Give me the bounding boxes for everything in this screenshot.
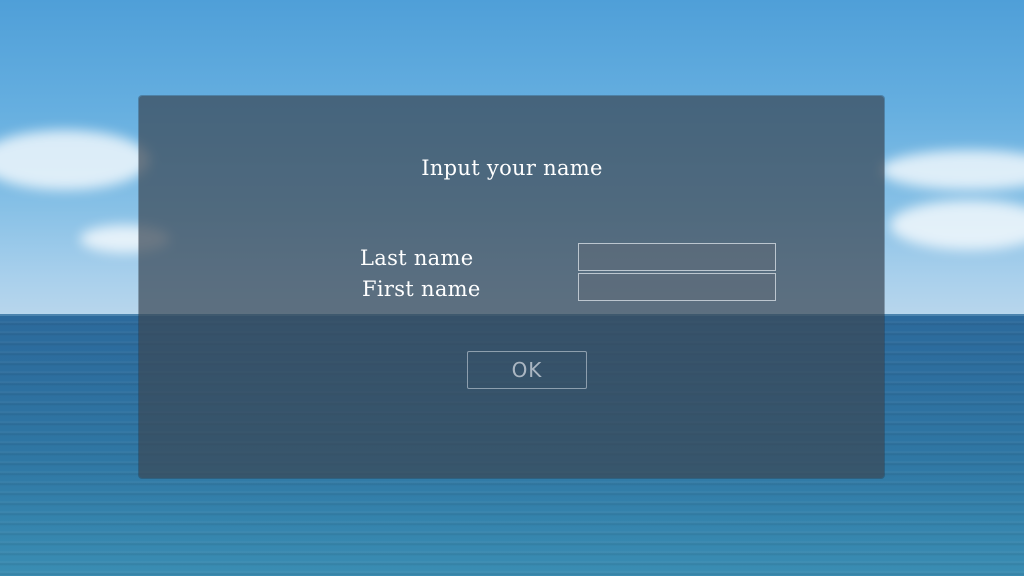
first-name-input[interactable] bbox=[578, 273, 776, 301]
first-name-label: First name bbox=[362, 277, 481, 301]
dialog-title: Input your name bbox=[421, 156, 603, 180]
last-name-input[interactable] bbox=[578, 243, 776, 271]
last-name-label: Last name bbox=[360, 246, 474, 270]
ok-button[interactable]: OK bbox=[467, 351, 587, 389]
